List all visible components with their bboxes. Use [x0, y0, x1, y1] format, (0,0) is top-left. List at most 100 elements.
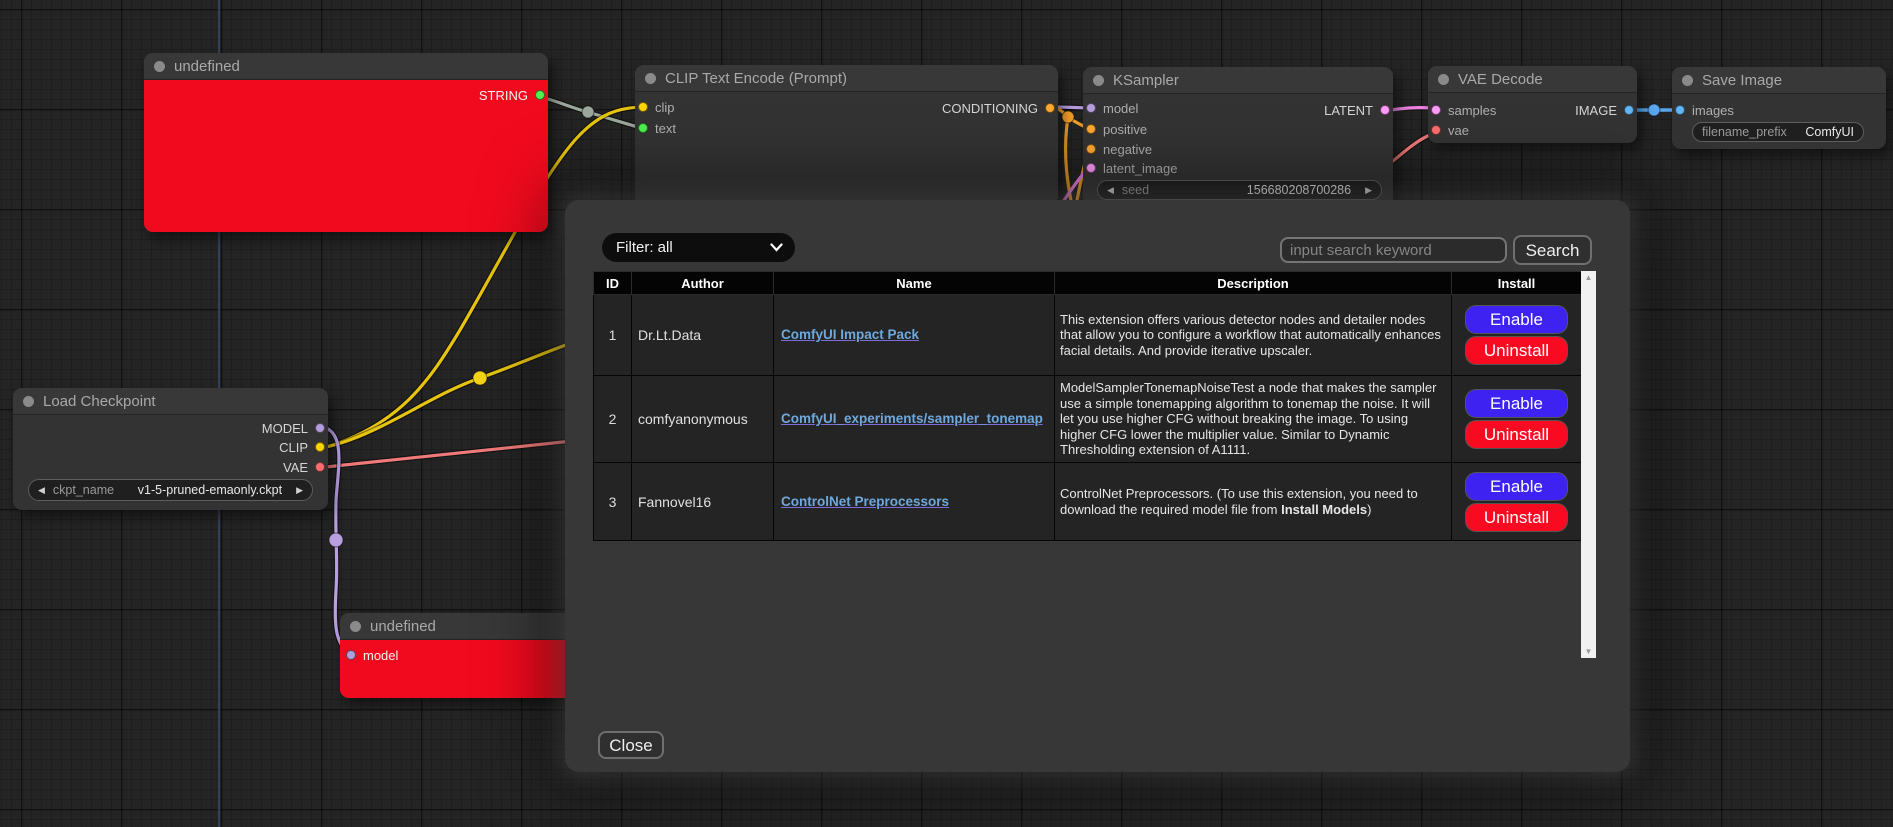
column-header-name: Name — [774, 272, 1055, 295]
enable-button[interactable]: Enable — [1466, 306, 1567, 333]
cell-description: ModelSamplerTonemapNoiseTest a node that… — [1055, 376, 1452, 463]
collapse-dot-icon[interactable] — [154, 61, 165, 72]
comfyui-canvas[interactable]: undefined STRING CLIP Text Encode (Promp… — [0, 0, 1893, 827]
model-out-slot-dot[interactable] — [315, 423, 325, 433]
input-slot-samples[interactable]: samples — [1431, 103, 1496, 117]
search-input[interactable] — [1280, 237, 1507, 263]
string-slot-dot[interactable] — [535, 90, 545, 100]
cell-id: 1 — [594, 295, 632, 376]
node-vae-decode[interactable]: VAE Decode samples vae IMAGE — [1428, 66, 1637, 143]
extension-link[interactable]: ComfyUI_experiments/sampler_tonemap — [781, 411, 1043, 426]
model-slot-dot[interactable] — [346, 650, 356, 660]
input-slot-images[interactable]: images — [1675, 103, 1734, 117]
column-header-id: ID — [594, 272, 632, 295]
clip-out-slot-dot[interactable] — [315, 442, 325, 452]
output-slot-string[interactable]: STRING — [479, 88, 545, 102]
output-slot-image[interactable]: IMAGE — [1575, 103, 1634, 117]
scroll-up-icon[interactable]: ▲ — [1585, 271, 1593, 284]
prev-arrow-icon[interactable]: ◀ — [38, 485, 45, 496]
node-ksampler[interactable]: KSampler model positive negative latent_… — [1083, 67, 1393, 209]
next-arrow-icon[interactable]: ▶ — [296, 485, 303, 496]
extension-link[interactable]: ComfyUI Impact Pack — [781, 327, 919, 342]
extension-row: 3Fannovel16ControlNet PreprocessorsContr… — [594, 463, 1582, 541]
enable-button[interactable]: Enable — [1466, 390, 1567, 417]
image-slot-dot[interactable] — [1624, 105, 1634, 115]
filter-dropdown[interactable]: Filter: all — [602, 233, 795, 262]
collapse-dot-icon[interactable] — [645, 73, 656, 84]
model-slot-dot[interactable] — [1086, 103, 1096, 113]
scroll-down-icon[interactable]: ▼ — [1585, 645, 1593, 658]
filename-prefix-widget[interactable]: filename_prefix ComfyUI — [1692, 122, 1864, 142]
node-title-bar: CLIP Text Encode (Prompt) — [635, 65, 1058, 92]
node-title-bar: Save Image — [1672, 67, 1886, 94]
search-button[interactable]: Search — [1513, 235, 1592, 265]
input-slot-model[interactable]: model — [1086, 101, 1138, 115]
slot-label: STRING — [479, 88, 528, 103]
input-slot-vae[interactable]: vae — [1431, 123, 1469, 137]
node-clip-text-encode[interactable]: CLIP Text Encode (Prompt) clip text COND… — [635, 65, 1058, 205]
widget-name: seed — [1122, 183, 1149, 197]
slot-label: model — [1103, 101, 1138, 116]
node-title: CLIP Text Encode (Prompt) — [665, 70, 847, 87]
column-header-description: Description — [1055, 272, 1452, 295]
images-slot-dot[interactable] — [1675, 105, 1685, 115]
node-load-checkpoint[interactable]: Load Checkpoint MODEL CLIP VAE ◀ ckpt_na… — [13, 388, 328, 510]
uninstall-button[interactable]: Uninstall — [1466, 504, 1567, 531]
output-slot-model[interactable]: MODEL — [262, 421, 325, 435]
collapse-dot-icon[interactable] — [350, 621, 361, 632]
input-slot-latent-image[interactable]: latent_image — [1086, 161, 1177, 175]
increment-arrow-icon[interactable]: ▶ — [1365, 185, 1372, 196]
input-slot-positive[interactable]: positive — [1086, 122, 1147, 136]
description-text: ) — [1367, 502, 1371, 517]
node-title: VAE Decode — [1458, 71, 1543, 88]
extension-row: 2comfyanonymousComfyUI_experiments/sampl… — [594, 376, 1582, 463]
output-slot-conditioning[interactable]: CONDITIONING — [942, 101, 1055, 115]
collapse-dot-icon[interactable] — [1682, 75, 1693, 86]
conditioning-slot-dot[interactable] — [1045, 103, 1055, 113]
collapse-dot-icon[interactable] — [23, 396, 34, 407]
extension-table: IDAuthorNameDescriptionInstall 1Dr.Lt.Da… — [593, 271, 1582, 541]
positive-slot-dot[interactable] — [1086, 124, 1096, 134]
cell-install: Enable Uninstall — [1452, 376, 1582, 463]
cell-author: Dr.Lt.Data — [632, 295, 774, 376]
collapse-dot-icon[interactable] — [1438, 74, 1449, 85]
enable-button[interactable]: Enable — [1466, 473, 1567, 500]
decrement-arrow-icon[interactable]: ◀ — [1107, 185, 1114, 196]
latent-slot-dot[interactable] — [1086, 163, 1096, 173]
cell-install: Enable Uninstall — [1452, 295, 1582, 376]
node-undefined-top[interactable]: undefined STRING — [144, 53, 548, 232]
output-slot-clip[interactable]: CLIP — [279, 440, 325, 454]
node-title: Load Checkpoint — [43, 393, 156, 410]
node-title-bar: undefined — [144, 53, 548, 80]
input-slot-model[interactable]: model — [346, 648, 398, 662]
slot-label: vae — [1448, 123, 1469, 138]
seed-widget[interactable]: ◀ seed 156680208700286 ▶ — [1097, 180, 1382, 200]
slot-label: images — [1692, 103, 1734, 118]
latent-out-slot-dot[interactable] — [1380, 105, 1390, 115]
node-save-image[interactable]: Save Image images filename_prefix ComfyU… — [1672, 67, 1886, 149]
close-button[interactable]: Close — [598, 731, 664, 759]
vae-slot-dot[interactable] — [1431, 125, 1441, 135]
vae-out-slot-dot[interactable] — [315, 462, 325, 472]
ckpt-name-widget[interactable]: ◀ ckpt_name v1-5-pruned-emaonly.ckpt ▶ — [28, 479, 313, 501]
clip-slot-dot[interactable] — [638, 102, 648, 112]
output-slot-vae[interactable]: VAE — [283, 460, 325, 474]
table-header-row: IDAuthorNameDescriptionInstall — [594, 272, 1582, 295]
samples-slot-dot[interactable] — [1431, 105, 1441, 115]
text-slot-dot[interactable] — [638, 123, 648, 133]
input-slot-text[interactable]: text — [638, 121, 676, 135]
extension-link[interactable]: ControlNet Preprocessors — [781, 494, 949, 509]
uninstall-button[interactable]: Uninstall — [1466, 337, 1567, 364]
widget-value: v1-5-pruned-emaonly.ckpt — [138, 483, 282, 497]
cell-author: Fannovel16 — [632, 463, 774, 541]
extension-row: 1Dr.Lt.DataComfyUI Impact PackThis exten… — [594, 295, 1582, 376]
filter-dropdown-value: Filter: all — [616, 239, 673, 256]
input-slot-clip[interactable]: clip — [638, 100, 675, 114]
slot-label: CONDITIONING — [942, 101, 1038, 116]
uninstall-button[interactable]: Uninstall — [1466, 421, 1567, 448]
table-scrollbar[interactable]: ▲ ▼ — [1581, 271, 1596, 658]
negative-slot-dot[interactable] — [1086, 144, 1096, 154]
input-slot-negative[interactable]: negative — [1086, 142, 1152, 156]
output-slot-latent[interactable]: LATENT — [1324, 103, 1390, 117]
collapse-dot-icon[interactable] — [1093, 75, 1104, 86]
